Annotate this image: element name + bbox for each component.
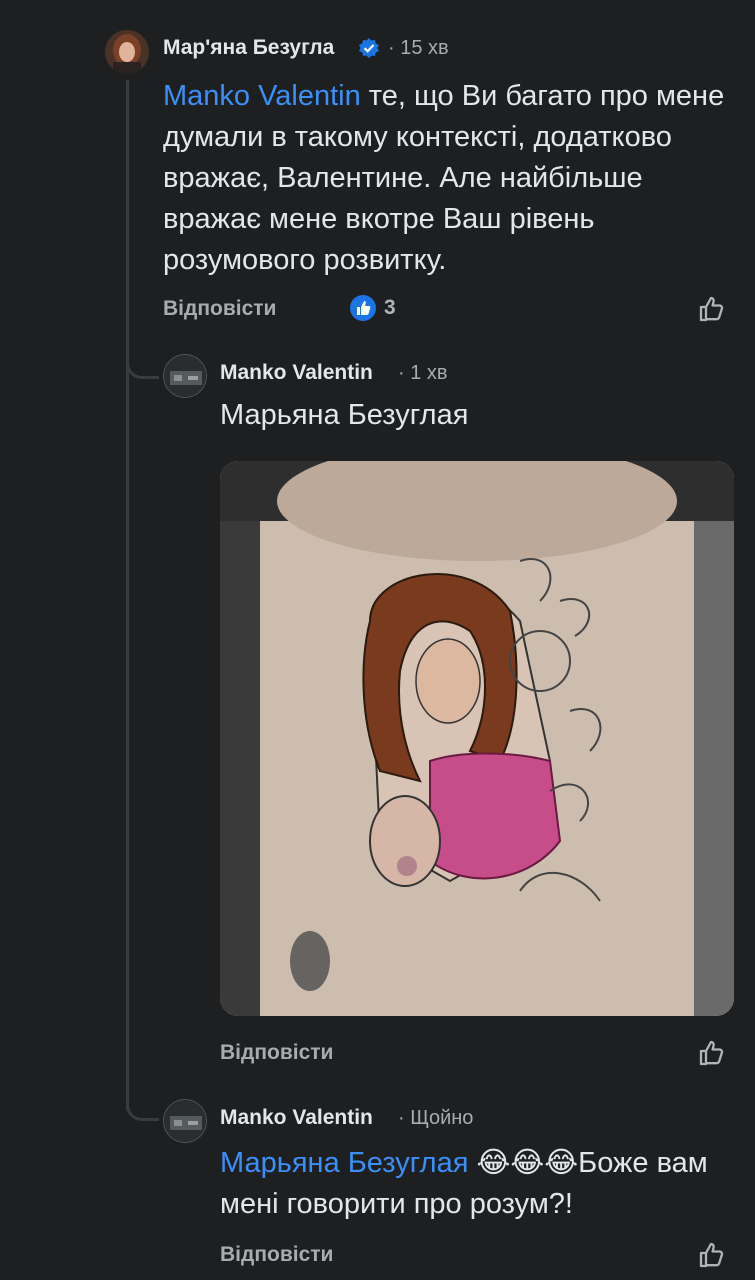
comment-time[interactable]: · 1 хв <box>398 362 448 385</box>
reply-button[interactable]: Відповісти <box>163 297 276 321</box>
mention-link[interactable]: Марьяна Безуглая <box>220 1147 468 1179</box>
reaction-count[interactable]: 3 <box>384 296 396 320</box>
comment-text: Manko Valentin те, що Ви багато про мене… <box>163 76 733 281</box>
thread-branch <box>126 350 159 379</box>
mention-link[interactable]: Марьяна Безуглая <box>220 399 468 432</box>
avatar[interactable] <box>105 30 149 74</box>
comment-time[interactable]: · 15 хв <box>388 37 449 60</box>
mention-link[interactable]: Manko Valentin <box>163 80 361 112</box>
comment-author[interactable]: Manko Valentin <box>220 1106 373 1130</box>
laughing-emoji: 😂😂😂 <box>476 1147 579 1179</box>
thread-line <box>126 80 129 1110</box>
comment-author[interactable]: Мар'яна Безугла <box>163 36 334 60</box>
comment-text: Марьяна Безуглая 😂😂😂Боже вам мені говори… <box>220 1143 720 1225</box>
avatar[interactable] <box>163 354 207 398</box>
thread-branch <box>126 1092 159 1121</box>
avatar[interactable] <box>163 1099 207 1143</box>
comment-author[interactable]: Manko Valentin <box>220 361 373 385</box>
like-reaction-icon[interactable] <box>349 294 377 322</box>
reply-button[interactable]: Відповісти <box>220 1243 333 1267</box>
verified-badge-icon <box>358 37 380 59</box>
thumbs-up-icon[interactable] <box>697 1038 727 1068</box>
reply-button[interactable]: Відповісти <box>220 1041 333 1065</box>
thumbs-up-icon[interactable] <box>697 1240 727 1270</box>
comment-time[interactable]: · Щойно <box>398 1107 473 1130</box>
thumbs-up-icon[interactable] <box>697 294 727 324</box>
comment-photo[interactable] <box>220 461 734 1016</box>
